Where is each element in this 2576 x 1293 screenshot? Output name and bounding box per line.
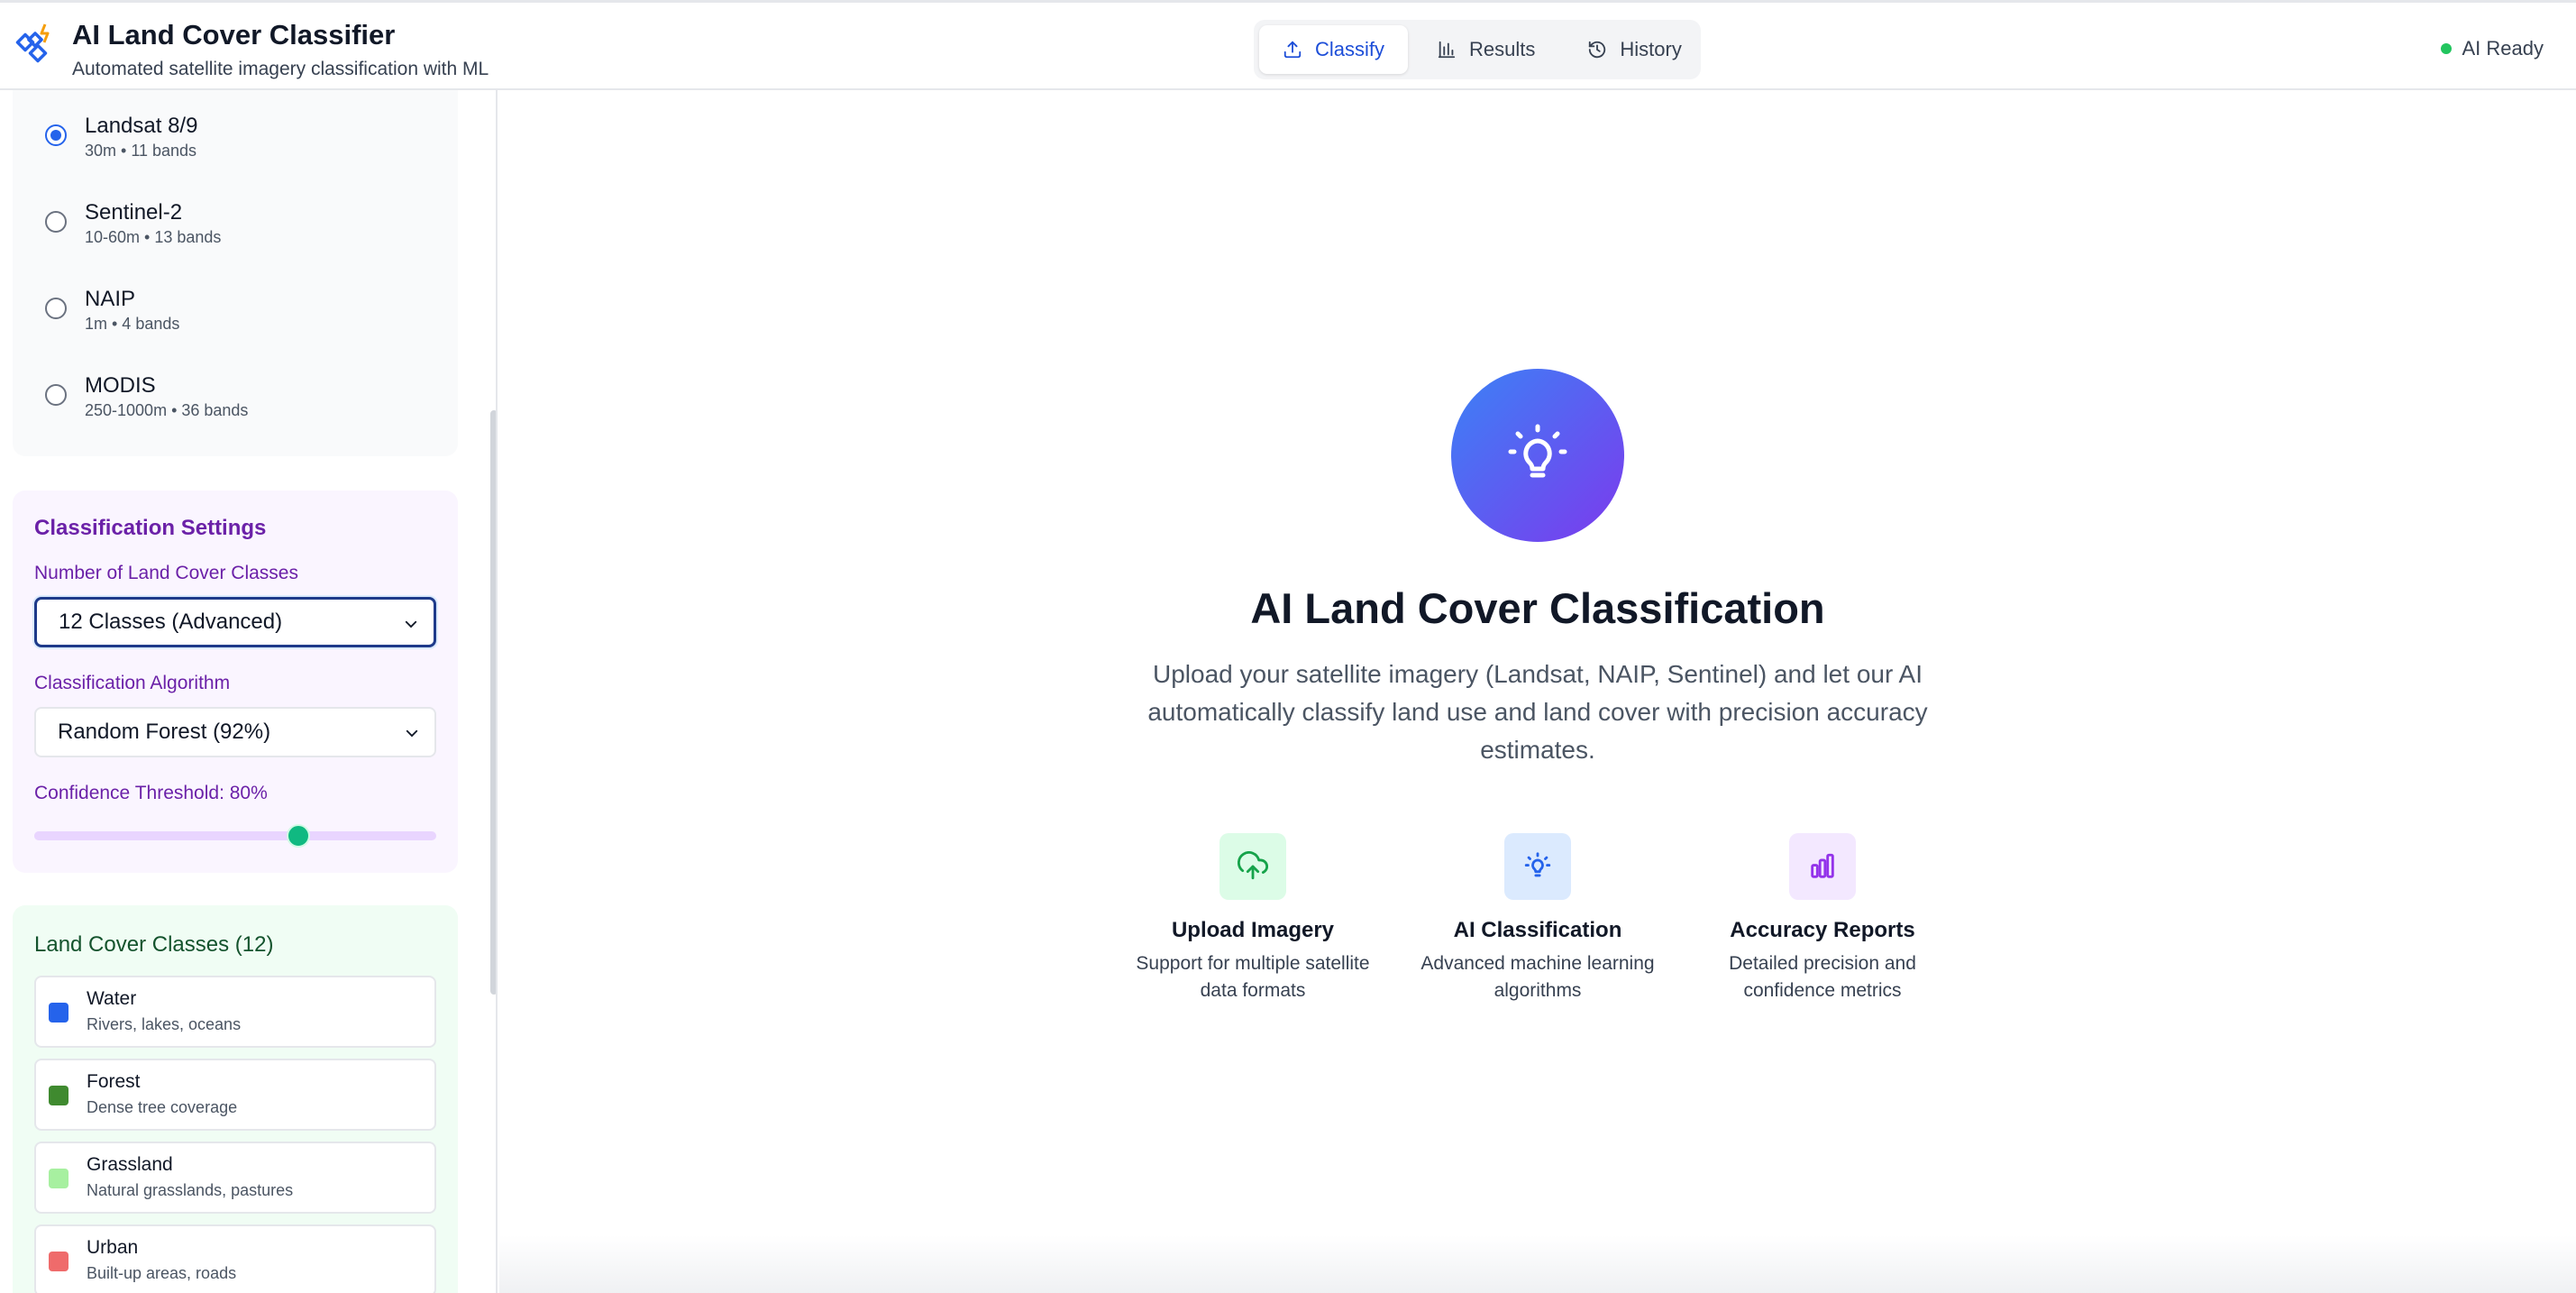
hero-badge xyxy=(1451,369,1624,542)
main-tabs: Classify Results History xyxy=(1254,20,1701,79)
app-title: AI Land Cover Classifier xyxy=(72,19,396,50)
satellite-option-landsat[interactable]: Landsat 8/9 30m • 11 bands xyxy=(45,112,197,160)
history-icon xyxy=(1589,41,1606,59)
tab-classify-label: Classify xyxy=(1315,38,1385,60)
satellite-logo-icon xyxy=(15,23,50,63)
satellite-name: MODIS xyxy=(85,373,156,398)
classification-settings-panel: Classification Settings Number of Land C… xyxy=(13,491,458,873)
lightbulb-icon xyxy=(1524,852,1551,877)
land-cover-item-forest[interactable]: Forest Dense tree coverage xyxy=(34,1059,436,1131)
tab-classify[interactable]: Classify xyxy=(1259,25,1409,74)
radio-button[interactable] xyxy=(45,124,67,146)
hero-description: Upload your satellite imagery (Landsat, … xyxy=(1147,660,1928,764)
land-cover-title: Land Cover Classes (12) xyxy=(34,932,274,957)
algorithm-label: Classification Algorithm xyxy=(34,673,231,693)
radio-button[interactable] xyxy=(45,298,67,319)
tab-history-label: History xyxy=(1620,38,1682,60)
confidence-threshold-label: Confidence Threshold: 80% xyxy=(34,783,268,803)
upload-icon xyxy=(1283,41,1302,59)
radio-button[interactable] xyxy=(45,384,67,406)
color-swatch xyxy=(49,1252,69,1271)
feature-desc: Support for multiple satellite data form… xyxy=(1136,953,1370,1001)
sidebar-scrollbar[interactable] xyxy=(490,410,496,995)
satellite-option-naip[interactable]: NAIP 1m • 4 bands xyxy=(45,285,179,334)
satellite-option-modis[interactable]: MODIS 250-1000m • 36 bands xyxy=(45,371,248,420)
satellite-detail: 30m • 11 bands xyxy=(85,142,197,160)
feature-title: Upload Imagery xyxy=(1171,918,1335,942)
feature-icon-box xyxy=(1219,833,1286,900)
bottom-fade xyxy=(499,1235,2576,1293)
radio-button[interactable] xyxy=(45,211,67,233)
feature-upload-imagery: Upload Imagery Support for multiple sate… xyxy=(1136,833,1370,1004)
tab-results-label: Results xyxy=(1469,38,1536,60)
color-swatch xyxy=(49,1003,69,1022)
class-name: Urban xyxy=(87,1237,139,1258)
feature-desc: Detailed precision and confidence metric… xyxy=(1729,953,1916,1001)
app-header: AI Land Cover Classifier Automated satel… xyxy=(0,0,2576,90)
satellite-detail: 10-60m • 13 bands xyxy=(85,228,222,246)
color-swatch xyxy=(49,1169,69,1188)
classes-count-select[interactable]: 12 Classes (Advanced) xyxy=(34,597,436,647)
app-subtitle: Automated satellite imagery classificati… xyxy=(72,59,489,79)
feature-accuracy-reports: Accuracy Reports Detailed precision and … xyxy=(1705,833,1940,1004)
satellite-name: Landsat 8/9 xyxy=(85,114,198,138)
satellite-name: NAIP xyxy=(85,287,136,311)
algorithm-select[interactable]: Random Forest (92%) xyxy=(34,707,436,757)
land-cover-item-water[interactable]: Water Rivers, lakes, oceans xyxy=(34,976,436,1048)
settings-title: Classification Settings xyxy=(34,516,267,540)
status-label: AI Ready xyxy=(2462,37,2544,60)
class-desc: Rivers, lakes, oceans xyxy=(87,1015,242,1033)
feature-ai-classification: AI Classification Advanced machine learn… xyxy=(1420,833,1655,1004)
feature-icon-box xyxy=(1789,833,1856,900)
land-cover-item-grassland[interactable]: Grassland Natural grasslands, pastures xyxy=(34,1142,436,1214)
satellite-name: Sentinel-2 xyxy=(85,200,183,225)
tab-history[interactable]: History xyxy=(1564,25,1704,74)
algorithm-value: Random Forest (92%) xyxy=(58,720,271,744)
chevron-down-icon xyxy=(405,620,417,628)
bar-chart-icon xyxy=(1811,853,1834,878)
class-desc: Dense tree coverage xyxy=(87,1098,238,1116)
ai-status: AI Ready xyxy=(2440,37,2544,60)
classes-count-value: 12 Classes (Advanced) xyxy=(59,610,283,634)
land-cover-item-urban[interactable]: Urban Built-up areas, roads xyxy=(34,1224,436,1293)
satellite-detail: 1m • 4 bands xyxy=(85,315,180,333)
classes-count-label: Number of Land Cover Classes xyxy=(34,563,298,583)
feature-icon-box xyxy=(1504,833,1571,900)
sidebar[interactable]: Landsat 8/9 30m • 11 bands Sentinel-2 10… xyxy=(0,90,498,1293)
class-name: Grassland xyxy=(87,1154,173,1175)
slider-fill xyxy=(34,831,299,840)
class-desc: Natural grasslands, pastures xyxy=(87,1181,294,1199)
color-swatch xyxy=(49,1086,69,1105)
feature-title: Accuracy Reports xyxy=(1730,918,1915,942)
satellite-option-sentinel[interactable]: Sentinel-2 10-60m • 13 bands xyxy=(45,198,221,247)
land-cover-classes-panel: Land Cover Classes (12) Water Rivers, la… xyxy=(13,905,458,1293)
hero-title: AI Land Cover Classification xyxy=(1250,584,1825,632)
lightbulb-icon xyxy=(1508,424,1567,478)
status-dot-icon xyxy=(2440,43,2452,54)
class-name: Water xyxy=(87,988,137,1009)
feature-desc: Advanced machine learning algorithms xyxy=(1420,953,1655,1001)
satellite-source-panel: Landsat 8/9 30m • 11 bands Sentinel-2 10… xyxy=(13,90,458,456)
tab-results[interactable]: Results xyxy=(1413,25,1558,74)
slider-thumb[interactable] xyxy=(287,824,311,848)
feature-title: AI Classification xyxy=(1453,918,1622,942)
class-desc: Built-up areas, roads xyxy=(87,1264,237,1282)
confidence-threshold-slider[interactable] xyxy=(34,824,436,848)
class-name: Forest xyxy=(87,1071,141,1092)
cloud-upload-icon xyxy=(1238,851,1268,880)
chevron-down-icon xyxy=(406,729,418,738)
satellite-detail: 250-1000m • 36 bands xyxy=(85,401,249,419)
bar-chart-icon xyxy=(1438,41,1456,59)
